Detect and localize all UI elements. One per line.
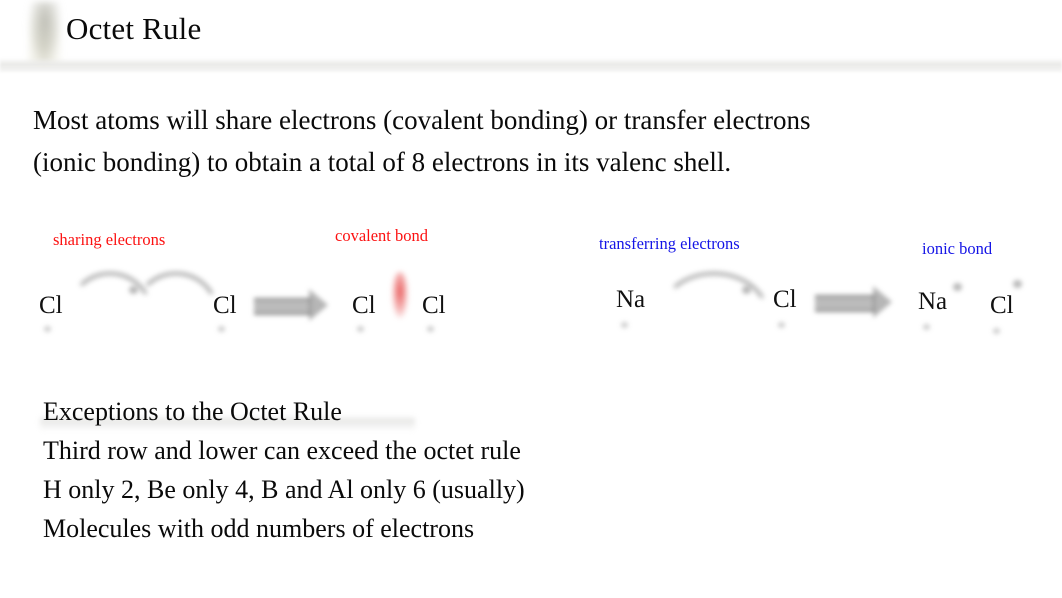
atom-cl-reactant-ionic: Cl (773, 286, 797, 313)
shared-electron-dot (129, 286, 138, 294)
electron-dot (218, 326, 225, 332)
reaction-arrow-ionic (815, 286, 895, 318)
bonding-diagram: sharing electrons covalent bond Cl Cl Cl… (0, 210, 1062, 360)
intro-line-2: (ionic bonding) to obtain a total of 8 e… (33, 147, 732, 177)
electron-dot (993, 328, 1000, 334)
decorative-ornament-icon (28, 2, 62, 64)
exceptions-heading: Exceptions to the Octet Rule (43, 397, 342, 426)
label-transferring-electrons: transferring electrons (599, 234, 740, 253)
atom-cl-product-left: Cl (352, 292, 376, 319)
electron-dot (1013, 280, 1022, 288)
electron-dot (427, 326, 434, 332)
exceptions-item-3: Molecules with odd numbers of electrons (43, 514, 475, 543)
transferred-electron-dot (742, 286, 751, 294)
intro-line-1: Most atoms will share electrons (covalen… (33, 105, 811, 135)
intro-paragraph: Most atoms will share electrons (covalen… (33, 99, 993, 183)
page-title: Octet Rule (66, 11, 202, 46)
electron-dot (621, 322, 628, 328)
electron-dot (357, 326, 364, 332)
covalent-bond-mark (392, 272, 408, 318)
electron-dot (778, 322, 785, 328)
label-sharing-electrons: sharing electrons (53, 230, 166, 249)
atom-cl-product-ionic: Cl (990, 292, 1014, 319)
exceptions-item-2: H only 2, Be only 4, B and Al only 6 (us… (43, 475, 525, 504)
reaction-arrow-covalent (254, 289, 330, 321)
sharing-arc-right (134, 272, 218, 312)
title-divider (0, 58, 1062, 72)
electron-dot (44, 326, 51, 332)
label-ionic-bond: ionic bond (922, 239, 993, 258)
electron-dot (953, 283, 962, 291)
atom-na-reactant: Na (616, 286, 646, 313)
exceptions-block: Exceptions to the Octet Rule Third row a… (43, 392, 943, 548)
atom-na-product: Na (918, 288, 948, 315)
electron-dot (923, 324, 930, 330)
label-covalent-bond: covalent bond (335, 226, 429, 245)
atom-cl-product-right: Cl (422, 292, 446, 319)
atom-cl-reactant-left: Cl (39, 292, 63, 319)
transfer-arc (659, 272, 769, 316)
atom-cl-reactant-right: Cl (213, 292, 237, 319)
exceptions-item-1: Third row and lower can exceed the octet… (43, 436, 521, 465)
slide-title-bar: Octet Rule (0, 0, 1062, 72)
